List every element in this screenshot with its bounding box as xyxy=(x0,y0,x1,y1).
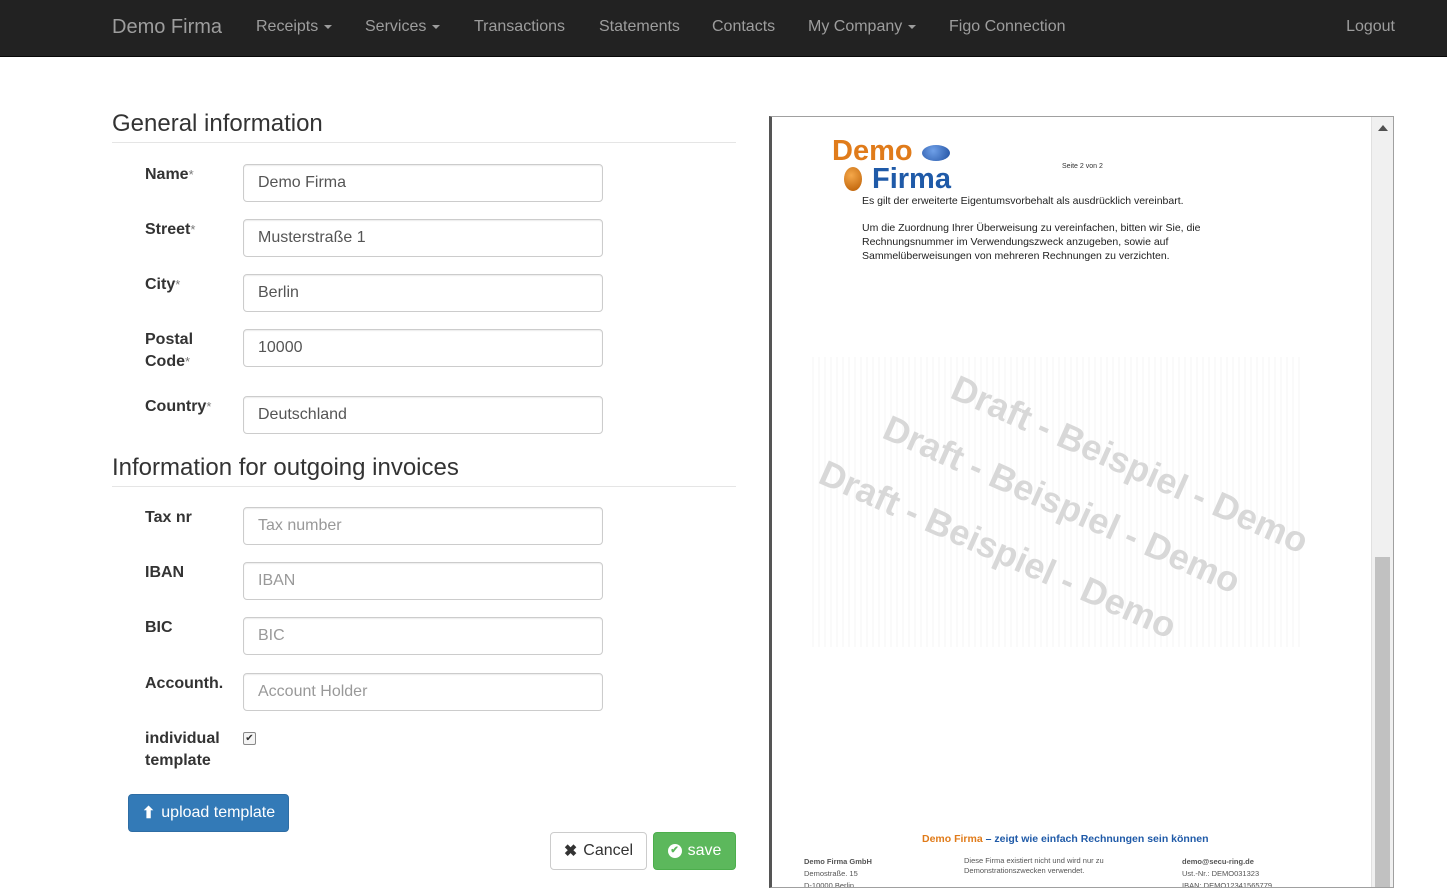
label-text: Country xyxy=(145,398,207,415)
button-label: save xyxy=(687,842,722,859)
outgoing-invoices-heading: Information for outgoing invoices xyxy=(112,454,736,487)
footer-address: Demo Firma GmbH Demostraße. 15 D-10000 B… xyxy=(804,856,872,888)
required-mark: * xyxy=(188,167,194,182)
check-circle-icon: ✔ xyxy=(667,844,682,858)
iban-input[interactable] xyxy=(243,562,603,600)
preview-scrollbar[interactable] xyxy=(1371,117,1393,887)
footer-email: demo@secu-ring.de xyxy=(1182,857,1254,866)
bic-input[interactable] xyxy=(243,617,603,655)
account-holder-input[interactable] xyxy=(243,673,603,711)
logout-link[interactable]: Logout xyxy=(1346,18,1395,36)
label-text: Street xyxy=(145,221,191,238)
template-preview[interactable]: Demo Firma Seite 2 von 2 Es gilt der erw… xyxy=(769,116,1394,888)
footer-brand: Demo Firma xyxy=(922,833,983,845)
nav-label: My Company xyxy=(808,18,903,35)
cancel-button[interactable]: ✖ Cancel xyxy=(550,832,647,870)
account-holder-label: Accounth. xyxy=(145,675,224,692)
doc-text-paragraph: Um die Zuordnung Ihrer Überweisung zu ve… xyxy=(862,222,1201,262)
footer-note: Diese Firma existiert nicht und wird nur… xyxy=(964,856,1104,875)
country-input[interactable] xyxy=(243,396,603,434)
footer-city: D-10000 Berlin xyxy=(804,881,855,888)
name-label: Name* xyxy=(145,164,235,186)
upload-template-button[interactable]: ⬆ upload template xyxy=(128,794,289,832)
country-label: Country* xyxy=(145,396,235,418)
navbar: Demo Firma Receipts Services Transaction… xyxy=(0,0,1447,57)
required-mark: * xyxy=(206,399,212,414)
required-mark: * xyxy=(190,222,196,237)
street-input[interactable] xyxy=(243,219,603,257)
page-number: Seite 2 von 2 xyxy=(1062,163,1103,170)
nav-item-figo-connection[interactable]: Figo Connection xyxy=(949,18,1066,36)
individual-template-label: individual template xyxy=(145,730,220,769)
button-label: upload template xyxy=(161,804,276,821)
nav-item-transactions[interactable]: Transactions xyxy=(474,18,565,36)
close-icon: ✖ xyxy=(563,843,578,860)
general-information-heading: General information xyxy=(112,110,736,143)
footer-street: Demostraße. 15 xyxy=(804,869,858,878)
label-text: City xyxy=(145,276,176,293)
individual-template-checkbox[interactable]: ✔ xyxy=(243,732,256,745)
navbar-brand[interactable]: Demo Firma xyxy=(112,16,222,39)
footer-company: Demo Firma GmbH xyxy=(804,857,872,866)
label-text: Name xyxy=(145,166,189,183)
check-icon: ✔ xyxy=(245,733,254,744)
nav-item-receipts[interactable]: Receipts xyxy=(256,18,333,36)
city-label: City* xyxy=(145,274,235,296)
nav-label: Receipts xyxy=(256,18,319,35)
nav-item-contacts[interactable]: Contacts xyxy=(712,18,775,36)
upload-icon: ⬆ xyxy=(141,805,156,822)
city-input[interactable] xyxy=(243,274,603,312)
doc-text-line: Es gilt der erweiterte Eigentumsvorbehal… xyxy=(862,195,1184,207)
button-label: Cancel xyxy=(583,842,634,859)
footer-slogan-text: – zeigt wie einfach Rechnungen sein könn… xyxy=(985,833,1209,845)
caret-down-icon xyxy=(324,24,333,29)
footer-contact: demo@secu-ring.de Ust.-Nr.: DEMO031323 I… xyxy=(1182,856,1273,888)
street-label: Street* xyxy=(145,219,235,241)
postal-code-input[interactable] xyxy=(243,329,603,367)
logo-orange-shape xyxy=(844,167,862,191)
scroll-up-arrow-icon[interactable] xyxy=(1378,125,1388,131)
bic-label: BIC xyxy=(145,619,173,636)
footer-ust: Ust.-Nr.: DEMO031323 xyxy=(1182,869,1260,878)
nav-item-statements[interactable]: Statements xyxy=(599,18,680,36)
tax-number-input[interactable] xyxy=(243,507,603,545)
caret-down-icon xyxy=(432,24,441,29)
required-mark: * xyxy=(175,277,181,292)
iban-label: IBAN xyxy=(145,564,185,581)
postal-code-label: Postal Code* xyxy=(145,329,215,373)
save-button[interactable]: ✔ save xyxy=(653,832,736,870)
tax-nr-label: Tax nr xyxy=(145,509,192,526)
scrollbar-thumb[interactable] xyxy=(1375,557,1390,887)
nav-item-services[interactable]: Services xyxy=(365,18,441,36)
logo-blue-shape xyxy=(922,145,950,161)
logo-firma-text: Firma xyxy=(872,163,951,195)
caret-down-icon xyxy=(908,24,917,29)
nav-label: Services xyxy=(365,18,427,35)
nav-item-my-company[interactable]: My Company xyxy=(808,18,917,36)
footer-iban: IBAN: DEMO12341565779 xyxy=(1182,881,1273,888)
name-input[interactable] xyxy=(243,164,603,202)
footer-slogan: Demo Firma – zeigt wie einfach Rechnunge… xyxy=(922,833,1208,845)
required-mark: * xyxy=(185,354,191,369)
